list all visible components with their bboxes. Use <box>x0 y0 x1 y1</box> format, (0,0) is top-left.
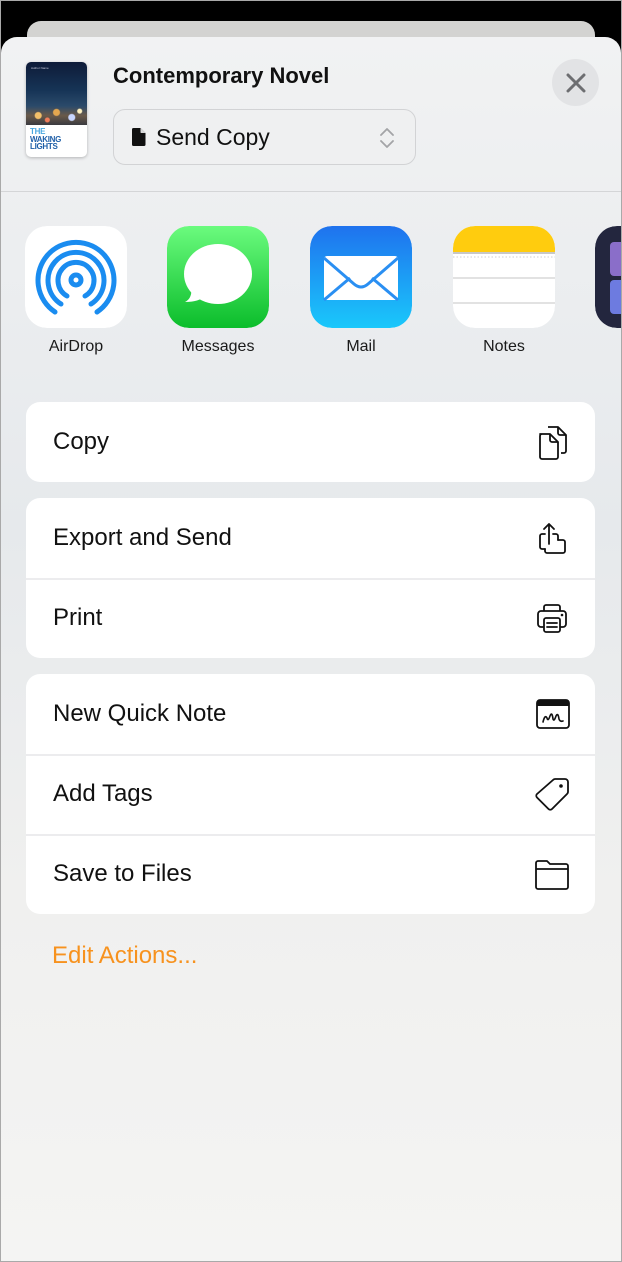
share-app-label: Mail <box>346 338 376 355</box>
action-group-1: Copy <box>26 402 595 482</box>
edit-actions-link[interactable]: Edit Actions... <box>52 942 197 970</box>
notes-icon <box>453 226 555 328</box>
document-thumbnail: Author Name THE WAKING LIGHTS <box>26 62 87 157</box>
action-copy[interactable]: Copy <box>26 402 595 482</box>
action-label: New Quick Note <box>53 700 227 727</box>
cover-image: Author Name <box>26 62 87 125</box>
share-app-label: AirDrop <box>48 338 104 355</box>
share-app-label: Notes <box>483 338 525 355</box>
send-mode-label: Send Copy <box>156 123 270 150</box>
share-app-messages[interactable]: Messages <box>167 226 269 356</box>
share-header: Author Name THE WAKING LIGHTS Contempora… <box>1 37 621 192</box>
action-new-quick-note[interactable]: New Quick Note <box>26 674 595 754</box>
doc-fill-icon <box>132 128 146 146</box>
share-app-label: J <box>595 338 621 356</box>
send-mode-picker[interactable]: Send Copy <box>113 109 416 165</box>
action-export-and-send[interactable]: Export and Send <box>26 498 595 578</box>
share-apps-row: AirDrop Messages Mail Notes <box>1 192 621 368</box>
action-print[interactable]: Print <box>26 578 595 658</box>
chevron-up-down-icon <box>380 128 394 148</box>
cover-title: THE WAKING LIGHTS <box>26 125 87 154</box>
printer-icon <box>537 604 567 633</box>
messages-icon <box>167 226 269 328</box>
copy-icon <box>539 426 567 460</box>
mail-icon <box>310 226 412 328</box>
action-label: Copy <box>53 428 110 455</box>
action-label: Save to Files <box>53 860 192 887</box>
cover-title-line: LIGHTS <box>30 142 58 151</box>
export-icon <box>539 523 566 554</box>
action-save-to-files[interactable]: Save to Files <box>26 834 595 914</box>
share-app-notes[interactable]: Notes <box>453 226 555 356</box>
document-title: Contemporary Novel <box>113 63 330 88</box>
action-label: Export and Send <box>53 524 232 551</box>
close-icon <box>566 73 585 92</box>
share-app-label: Messages <box>181 338 255 355</box>
action-group-2: Export and Send Print <box>26 498 595 658</box>
journal-icon <box>595 226 621 328</box>
airdrop-icon <box>25 226 127 328</box>
quick-note-icon <box>536 699 570 729</box>
share-app-journal[interactable]: J <box>595 226 621 356</box>
action-add-tags[interactable]: Add Tags <box>26 754 595 834</box>
action-group-3: New Quick Note Add Tags Save to Files <box>26 674 595 914</box>
tag-icon <box>535 778 569 811</box>
cover-author: Author Name <box>31 66 49 70</box>
share-app-airdrop[interactable]: AirDrop <box>25 226 127 356</box>
close-button[interactable] <box>552 59 599 106</box>
folder-icon <box>535 860 569 890</box>
share-app-mail[interactable]: Mail <box>310 226 412 356</box>
action-label: Print <box>53 604 103 631</box>
share-sheet: Author Name THE WAKING LIGHTS Contempora… <box>1 37 621 1261</box>
action-label: Add Tags <box>53 780 153 807</box>
